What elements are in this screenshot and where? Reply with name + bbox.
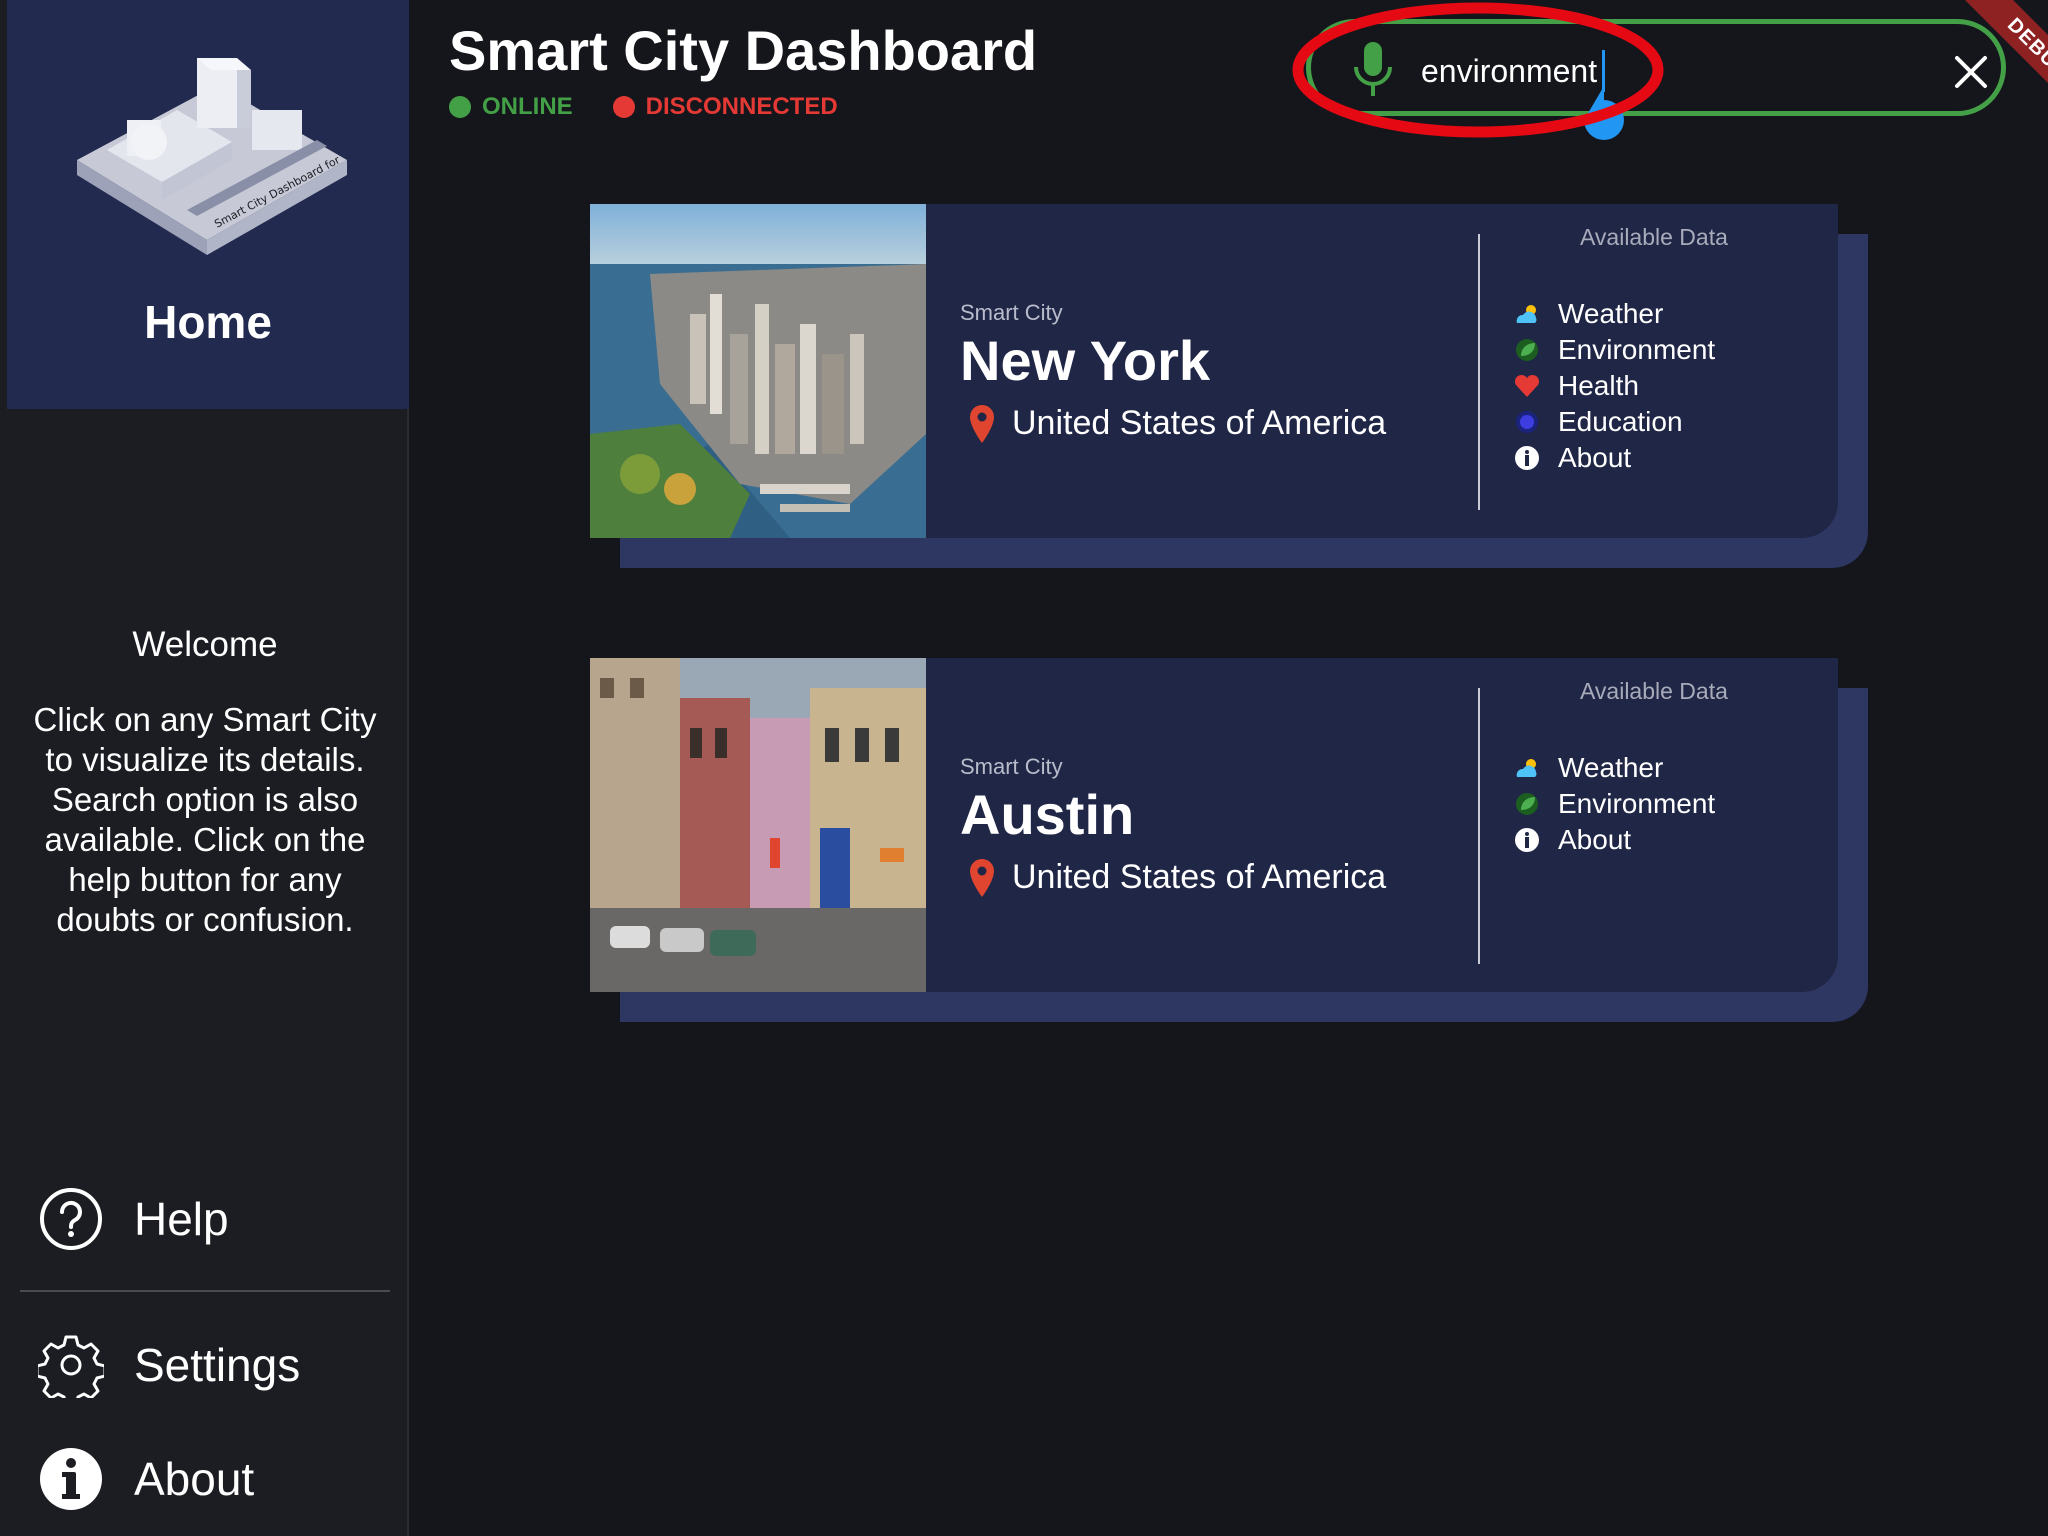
- education-icon: [1516, 411, 1538, 433]
- microphone-icon[interactable]: [1351, 42, 1395, 98]
- help-button[interactable]: Help: [38, 1181, 378, 1257]
- data-label: Weather: [1558, 298, 1664, 329]
- page-title: Smart City Dashboard: [449, 19, 1038, 82]
- heart-icon: [1514, 374, 1540, 397]
- welcome-text: Click on any Smart City to visualize its…: [33, 701, 377, 938]
- about-button[interactable]: About: [38, 1441, 378, 1517]
- card-country: United States of America: [1012, 404, 1387, 442]
- card-body: Smart City Austin United States of Ameri…: [590, 658, 1838, 992]
- card-country: United States of America: [1012, 858, 1387, 896]
- new-york-image: [590, 204, 926, 538]
- status-disconnected: DISCONNECTED: [612, 93, 838, 121]
- data-item-weather: Weather: [1514, 750, 1715, 786]
- leaf-icon: [1516, 793, 1538, 815]
- debug-label: DEBUG: [1948, 0, 2048, 139]
- card-city-name: Austin: [960, 783, 1135, 846]
- card-city-name: New York: [960, 329, 1211, 392]
- austin-image: [590, 658, 926, 992]
- info-icon: [40, 1448, 102, 1510]
- data-item-weather: Weather: [1514, 296, 1715, 332]
- available-data-list: Weather Environment About: [1514, 750, 1715, 858]
- weather-icon: [1516, 759, 1537, 777]
- location-pin-icon: [970, 858, 994, 897]
- settings-label: Settings: [134, 1339, 301, 1391]
- help-label: Help: [134, 1193, 229, 1245]
- available-data-list: Weather Environment Health Education Abo…: [1514, 296, 1715, 476]
- data-label: About: [1558, 442, 1632, 473]
- status-online: ONLINE: [449, 93, 573, 121]
- location-pin-icon: [970, 404, 994, 443]
- gear-icon: [38, 1335, 104, 1398]
- data-item-education: Education: [1514, 404, 1715, 440]
- help-icon: [40, 1188, 102, 1250]
- welcome-title: Welcome: [132, 625, 278, 664]
- online-dot-icon: [449, 96, 471, 118]
- data-item-about: About: [1514, 822, 1715, 858]
- sidebar-divider: [20, 1290, 390, 1292]
- status-disconnected-label: DISCONNECTED: [645, 93, 838, 120]
- info-icon: [1515, 446, 1539, 470]
- data-label: About: [1558, 824, 1632, 855]
- card-divider: [1478, 688, 1480, 964]
- selection-handle-icon[interactable]: [1584, 86, 1624, 140]
- data-item-environment: Environment: [1514, 332, 1715, 368]
- about-label: About: [134, 1453, 255, 1505]
- app-window: Smart City Dashboard for Home Welcome Cl…: [0, 0, 2048, 1536]
- status-online-label: ONLINE: [482, 93, 573, 120]
- disconnected-dot-icon: [612, 96, 635, 118]
- card-divider: [1478, 234, 1480, 510]
- data-label: Health: [1558, 370, 1639, 401]
- info-icon: [1515, 828, 1539, 852]
- city-card-new-york[interactable]: Smart City New York United States of Ame…: [590, 204, 1870, 569]
- data-item-health: Health: [1514, 368, 1715, 404]
- debug-banner: DEBUG: [1900, 0, 2048, 148]
- card-location: United States of America: [970, 404, 1386, 443]
- search-input[interactable]: [1421, 50, 1841, 92]
- settings-button[interactable]: Settings: [38, 1327, 378, 1403]
- weather-icon: [1516, 305, 1537, 323]
- sidebar-home-header[interactable]: Smart City Dashboard for Home: [7, 0, 409, 409]
- card-location: United States of America: [970, 858, 1386, 897]
- city-logo: Smart City Dashboard for: [77, 58, 347, 255]
- card-subtitle: Smart City: [960, 300, 1063, 325]
- data-item-about: About: [1514, 440, 1715, 476]
- data-label: Environment: [1558, 788, 1716, 819]
- data-item-environment: Environment: [1514, 786, 1715, 822]
- available-data-title: Available Data: [1580, 678, 1728, 704]
- leaf-icon: [1516, 339, 1538, 361]
- data-label: Environment: [1558, 334, 1716, 365]
- available-data-title: Available Data: [1580, 224, 1728, 250]
- connection-status: ONLINE DISCONNECTED: [449, 93, 878, 121]
- city-card-austin[interactable]: Smart City Austin United States of Ameri…: [590, 658, 1870, 1023]
- sidebar: Smart City Dashboard for Home Welcome Cl…: [0, 0, 409, 1536]
- card-subtitle: Smart City: [960, 754, 1063, 779]
- card-body: Smart City New York United States of Ame…: [590, 204, 1838, 538]
- home-label: Home: [144, 296, 272, 348]
- data-label: Education: [1558, 406, 1683, 437]
- data-label: Weather: [1558, 752, 1664, 783]
